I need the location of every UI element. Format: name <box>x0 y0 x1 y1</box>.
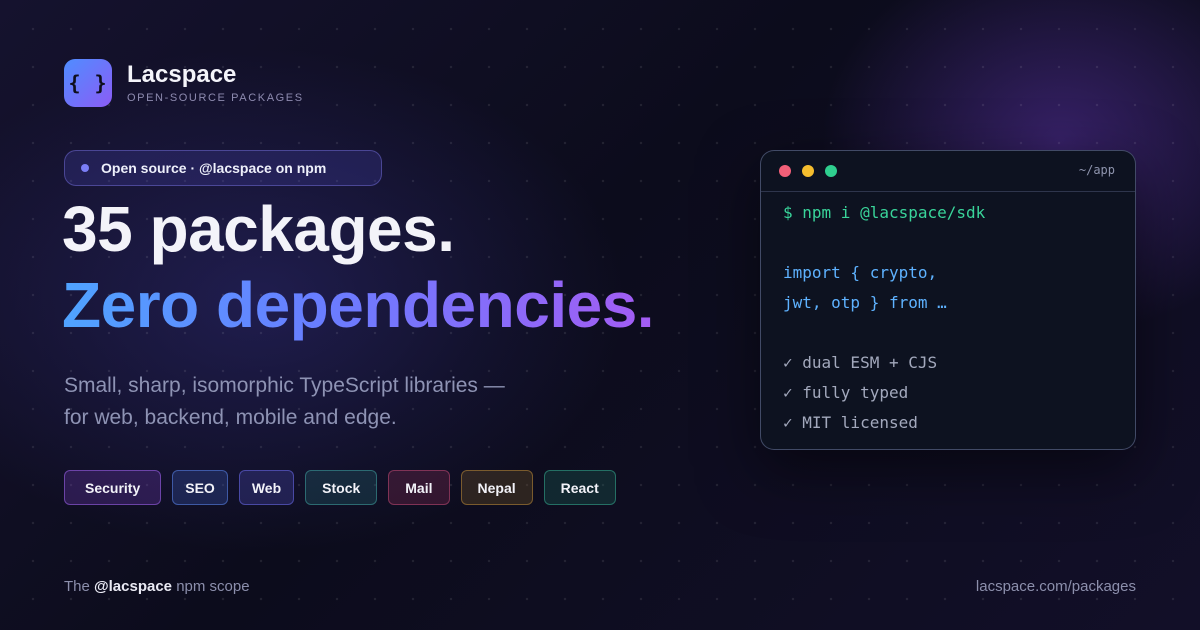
tag-stock[interactable]: Stock <box>305 470 378 505</box>
headline-primary: 35 packages. <box>62 193 455 265</box>
brand-name: Lacspace <box>127 61 237 88</box>
terminal-import-line-2: jwt, otp } from … <box>783 293 947 312</box>
tag-security[interactable]: Security <box>64 470 162 505</box>
footer-scope: @lacspace <box>94 578 173 595</box>
footer-prefix: The <box>64 578 95 595</box>
badge-text: Open source · @lacspace on npm <box>101 160 327 176</box>
terminal-install-command: $ npm i @lacspace/sdk <box>783 203 986 222</box>
tag-nepal[interactable]: Nepal <box>460 470 533 505</box>
subtitle: Small, sharp, isomorphic TypeScript libr… <box>64 370 584 434</box>
footer-url-link[interactable]: lacspace.com/packages <box>976 578 1136 595</box>
terminal-feature-typed: ✓ fully typed <box>783 383 909 402</box>
terminal-feature-esm-cjs: ✓ dual ESM + CJS <box>783 353 938 372</box>
tag-seo[interactable]: SEO <box>172 470 228 505</box>
brand-tagline: OPEN-SOURCE PACKAGES <box>127 92 304 104</box>
category-tags: Security SEO Web Stock Mail Nepal React <box>64 470 616 505</box>
terminal-import-line-1: import { crypto, <box>783 263 938 282</box>
subtitle-line-1: Small, sharp, isomorphic TypeScript libr… <box>64 374 505 397</box>
terminal-path: ~/app <box>1078 163 1115 177</box>
terminal-window: ~/app $ npm i @lacspace/sdk import { cry… <box>760 150 1136 450</box>
social-card: { } Lacspace OPEN-SOURCE PACKAGES Open s… <box>0 0 1200 630</box>
footer-suffix: npm scope <box>172 578 250 595</box>
brand-text: Lacspace OPEN-SOURCE PACKAGES <box>127 61 304 105</box>
terminal-feature-license: ✓ MIT licensed <box>783 413 918 432</box>
tag-react[interactable]: React <box>543 470 616 505</box>
terminal-body: $ npm i @lacspace/sdk import { crypto, j… <box>761 192 1135 438</box>
braces-logo-icon: { } <box>64 59 112 107</box>
open-source-badge: Open source · @lacspace on npm <box>64 150 382 186</box>
tag-mail[interactable]: Mail <box>388 470 450 505</box>
maximize-dot-icon <box>825 165 837 177</box>
terminal-title-bar: ~/app <box>761 151 1135 192</box>
tag-web[interactable]: Web <box>238 470 295 505</box>
brand: { } Lacspace OPEN-SOURCE PACKAGES <box>64 59 304 107</box>
close-dot-icon <box>779 165 791 177</box>
minimize-dot-icon <box>802 165 814 177</box>
footer-scope-note: The @lacspace npm scope <box>64 578 250 595</box>
badge-dot-icon <box>81 164 89 172</box>
headline-gradient: Zero dependencies. <box>62 269 655 341</box>
subtitle-line-2: for web, backend, mobile and edge. <box>64 406 397 429</box>
